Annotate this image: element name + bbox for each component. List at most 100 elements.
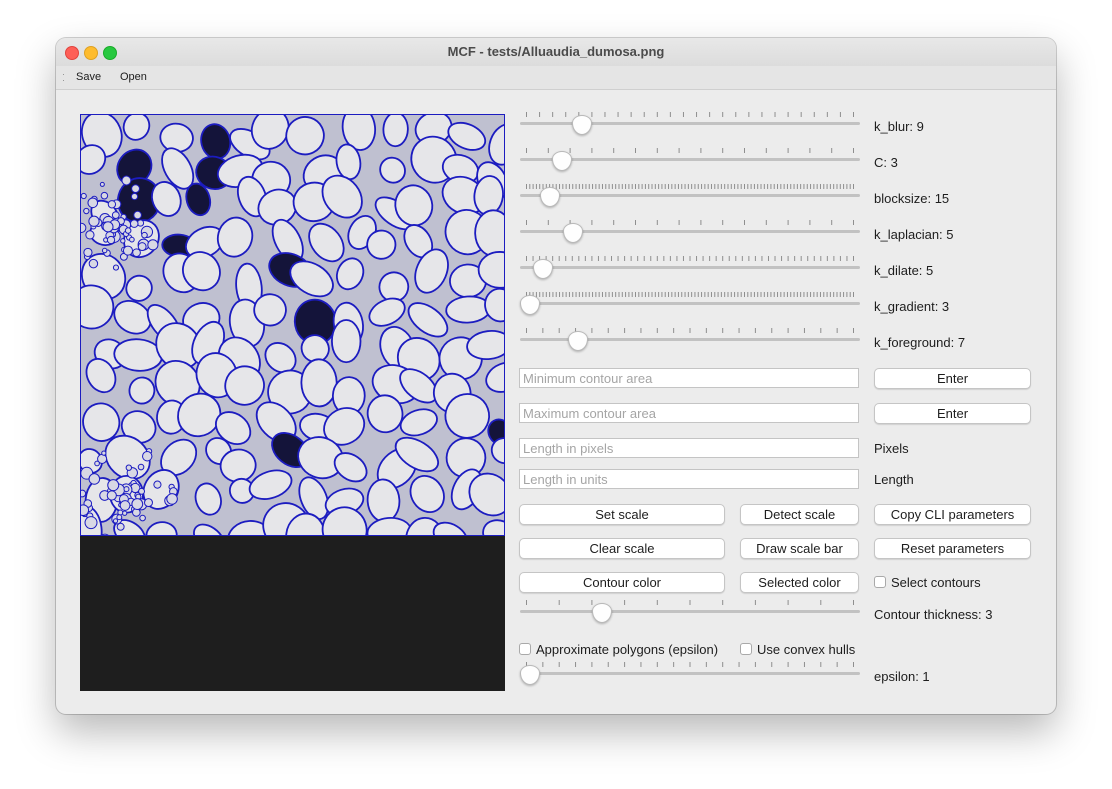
c-label: C: 3: [874, 155, 898, 170]
cell-contours-graphic: [68, 105, 525, 563]
epsilon-slider-ticks: [526, 662, 854, 667]
length-in-units-input[interactable]: [519, 469, 859, 489]
small-cell-contour: [112, 264, 120, 271]
k-gradient-slider[interactable]: [520, 292, 860, 315]
small-cell-contour: [76, 222, 87, 234]
small-cell-contour: [112, 518, 119, 524]
small-cell-contour: [131, 498, 144, 510]
small-cell-contour: [138, 487, 146, 495]
epsilon-slider-groove[interactable]: [520, 672, 860, 675]
blocksize-slider-groove[interactable]: [520, 194, 860, 197]
title-bar: MCF - tests/Alluaudia_dumosa.png: [56, 38, 1056, 67]
enter-maximum-area-button[interactable]: Enter: [874, 403, 1031, 424]
small-cell-contour: [137, 463, 145, 471]
small-cell-contour: [88, 258, 99, 269]
c-slider[interactable]: [520, 148, 860, 171]
small-cell-contour: [84, 516, 98, 530]
cell-contour: [382, 111, 409, 148]
menu-bar: · · Save Open: [56, 66, 1056, 90]
k-laplacian-slider-handle[interactable]: [562, 223, 583, 243]
small-cell-contour: [80, 192, 87, 200]
use-convex-hulls-checkbox[interactable]: Use convex hulls: [740, 641, 855, 657]
small-cell-contour: [94, 460, 100, 467]
k-foreground-label: k_foreground: 7: [874, 335, 966, 350]
detect-scale-button[interactable]: Detect scale: [740, 504, 859, 525]
clear-scale-button[interactable]: Clear scale: [519, 538, 725, 559]
c-slider-handle[interactable]: [552, 151, 573, 171]
contour-thickness-slider[interactable]: [520, 600, 860, 623]
k-gradient-slider-groove[interactable]: [520, 302, 860, 305]
k-laplacian-slider[interactable]: [520, 220, 860, 243]
small-cell-contour: [116, 522, 125, 531]
select-contours-checkbox-box[interactable]: [874, 576, 886, 588]
small-cell-contour: [78, 489, 87, 498]
contour-image[interactable]: [68, 105, 525, 563]
k-dilate-slider-ticks: [526, 256, 854, 261]
k-blur-slider[interactable]: [520, 112, 860, 135]
small-cell-contour: [107, 479, 120, 492]
small-cell-contour: [116, 514, 123, 521]
blocksize-label: blocksize: 15: [874, 191, 950, 206]
k-dilate-slider-groove[interactable]: [520, 266, 860, 269]
toolbar-grip-icon[interactable]: · ·: [62, 70, 65, 85]
small-cell-contour: [130, 192, 139, 201]
small-cell-contour: [119, 500, 131, 511]
minimum-contour-area-input[interactable]: [519, 368, 859, 388]
contour-thickness-slider-groove[interactable]: [520, 610, 860, 613]
small-cell-contour: [106, 235, 116, 245]
maximum-contour-area-input[interactable]: [519, 403, 859, 423]
small-cell-contour: [83, 207, 90, 215]
image-preview-panel: [68, 105, 525, 691]
small-cell-contour: [122, 510, 128, 516]
draw-scale-bar-button[interactable]: Draw scale bar: [740, 538, 859, 559]
selected-color-button[interactable]: Selected color: [740, 572, 859, 593]
app-window: MCF - tests/Alluaudia_dumosa.png · · Save…: [56, 38, 1056, 714]
contour-thickness-slider-ticks: [526, 600, 854, 605]
reset-parameters-button[interactable]: Reset parameters: [874, 538, 1031, 559]
epsilon-slider-handle[interactable]: [520, 665, 540, 685]
small-cell-contour: [124, 227, 132, 234]
k-blur-slider-handle[interactable]: [571, 115, 592, 135]
k-dilate-slider[interactable]: [520, 256, 860, 279]
blocksize-slider[interactable]: [520, 184, 860, 207]
small-cell-contour: [120, 238, 126, 244]
small-cell-contour: [88, 215, 100, 227]
small-cell-contour: [129, 236, 135, 243]
small-cell-contour: [144, 498, 153, 508]
small-cell-contour: [139, 514, 146, 522]
use-convex-hulls-label: Use convex hulls: [757, 641, 856, 657]
select-contours-checkbox[interactable]: Select contours: [874, 574, 981, 590]
k-gradient-slider-handle[interactable]: [520, 295, 540, 315]
small-cell-contour: [147, 239, 159, 251]
small-cell-contour: [101, 247, 108, 254]
approximate-polygons-checkbox[interactable]: Approximate polygons (epsilon): [519, 641, 718, 657]
blocksize-slider-ticks: [526, 184, 854, 189]
approximate-polygons-checkbox-box[interactable]: [519, 643, 531, 655]
small-cell-contour: [87, 197, 99, 209]
contour-color-button[interactable]: Contour color: [519, 572, 725, 593]
menu-save[interactable]: Save: [76, 71, 101, 83]
k-gradient-slider-ticks: [526, 292, 854, 297]
k-foreground-slider-handle[interactable]: [568, 331, 589, 351]
approximate-polygons-label: Approximate polygons (epsilon): [536, 641, 719, 657]
small-cell-contour: [141, 231, 148, 239]
enter-minimum-area-button[interactable]: Enter: [874, 368, 1031, 389]
menu-open[interactable]: Open: [120, 71, 147, 83]
k-dilate-slider-handle[interactable]: [532, 259, 553, 279]
set-scale-button[interactable]: Set scale: [519, 504, 725, 525]
k-laplacian-label: k_laplacian: 5: [874, 227, 954, 242]
contour-thickness-slider-handle[interactable]: [591, 603, 612, 623]
small-cell-contour: [88, 473, 101, 485]
copy-cli-parameters-button[interactable]: Copy CLI parameters: [874, 504, 1031, 525]
length-in-pixels-input[interactable]: [519, 438, 859, 458]
small-cell-contour: [107, 200, 117, 209]
k-foreground-slider[interactable]: [520, 328, 860, 351]
small-cell-contour: [137, 242, 147, 252]
blocksize-slider-handle[interactable]: [539, 187, 560, 207]
use-convex-hulls-checkbox-box[interactable]: [740, 643, 752, 655]
epsilon-slider[interactable]: [520, 662, 860, 685]
small-cell-contour: [153, 480, 162, 489]
small-cell-contour: [102, 221, 114, 233]
small-cell-contour: [117, 509, 124, 516]
small-cell-contour: [100, 191, 109, 200]
